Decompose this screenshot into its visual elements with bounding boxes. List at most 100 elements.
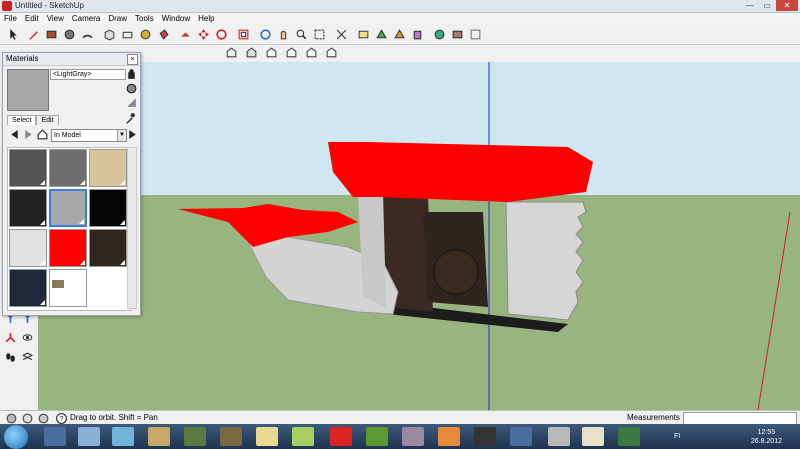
menu-draw[interactable]: Draw: [104, 13, 131, 24]
pencil-tool-icon[interactable]: [26, 27, 41, 42]
share-model-icon[interactable]: [392, 27, 407, 42]
light-gray-swatch[interactable]: [49, 189, 87, 227]
dark-gray-swatch[interactable]: [9, 149, 47, 187]
details-arrow-icon[interactable]: [125, 127, 140, 142]
taskbar-tool-icon[interactable]: [402, 427, 424, 446]
rotate-tool-icon[interactable]: [214, 27, 229, 42]
tab-select[interactable]: Select: [7, 115, 37, 125]
system-tray: FI 12:55 26.8.2012: [670, 424, 800, 449]
menu-window[interactable]: Window: [158, 13, 194, 24]
zoom-window-icon[interactable]: [312, 27, 327, 42]
dark-brown-swatch[interactable]: [89, 229, 127, 267]
home-icon[interactable]: [35, 127, 50, 142]
black-swatch[interactable]: [89, 189, 127, 227]
taskbar-tractor-icon[interactable]: [184, 427, 206, 446]
taskbar-files-icon[interactable]: [292, 427, 314, 446]
menu-help[interactable]: Help: [194, 13, 218, 24]
forward-arrow-icon[interactable]: [21, 127, 36, 142]
tab-edit[interactable]: Edit: [36, 115, 59, 125]
previous-view-icon[interactable]: [356, 27, 371, 42]
menu-tools[interactable]: Tools: [131, 13, 158, 24]
taskbar-vehicle-icon[interactable]: [220, 427, 242, 446]
clock-date: 26.8.2012: [750, 438, 782, 445]
swatch-corner: [120, 180, 125, 185]
front-view-icon[interactable]: [264, 45, 279, 60]
pan-tool-icon[interactable]: [276, 27, 291, 42]
swatch-corner: [40, 180, 45, 185]
materials-scrollbar[interactable]: [127, 147, 137, 309]
taskbar-game-icon[interactable]: [148, 427, 170, 446]
layout-send-icon[interactable]: [468, 27, 483, 42]
taskbar-folder-icon[interactable]: [256, 427, 278, 446]
make-component-icon[interactable]: [102, 27, 117, 42]
charcoal-swatch[interactable]: [9, 189, 47, 227]
start-button[interactable]: [4, 425, 28, 449]
language-indicator[interactable]: FI: [674, 433, 680, 440]
paint-bucket-icon[interactable]: [156, 27, 171, 42]
taskbar-calculator-icon[interactable]: [78, 427, 100, 446]
footprints-icon[interactable]: [3, 350, 18, 365]
library-select-value: In Model: [54, 132, 81, 139]
default-material-icon[interactable]: [124, 81, 139, 96]
move-tool-icon[interactable]: [196, 27, 211, 42]
left-view-icon[interactable]: [324, 45, 339, 60]
materials-close-button[interactable]: ×: [127, 54, 138, 65]
tape-measure-icon[interactable]: [138, 27, 153, 42]
material-name-field[interactable]: <LightGray>: [50, 69, 126, 80]
extension-warehouse-icon[interactable]: [450, 27, 465, 42]
red-swatch[interactable]: [49, 229, 87, 267]
create-material-icon[interactable]: [124, 67, 139, 82]
section-plane-icon[interactable]: [20, 350, 35, 365]
model-viewport[interactable]: [38, 62, 800, 410]
get-photo-texture-icon[interactable]: [432, 27, 447, 42]
get-models-icon[interactable]: [374, 27, 389, 42]
eraser-tool-icon[interactable]: [120, 27, 135, 42]
taskbar-app3-icon[interactable]: [548, 427, 570, 446]
offset-tool-icon[interactable]: [236, 27, 251, 42]
swatch-corner: [40, 260, 45, 265]
select-tool-icon[interactable]: [6, 27, 21, 42]
push-pull-icon[interactable]: [178, 27, 193, 42]
taskbar-monitor-icon[interactable]: [618, 427, 640, 446]
back-arrow-icon[interactable]: [7, 127, 22, 142]
look-around-icon[interactable]: [20, 330, 35, 345]
eyedropper-icon[interactable]: [122, 111, 137, 126]
maximize-button[interactable]: ▭: [759, 0, 775, 11]
close-button[interactable]: ✕: [776, 0, 798, 11]
iso-view-icon[interactable]: [224, 45, 239, 60]
taskbar-app-icon[interactable]: [112, 427, 134, 446]
menu-edit[interactable]: Edit: [21, 13, 43, 24]
top-view-icon[interactable]: [244, 45, 259, 60]
right-view-icon[interactable]: [284, 45, 299, 60]
white-swatch[interactable]: [9, 229, 47, 267]
taskbar-media-icon[interactable]: [366, 427, 388, 446]
back-view-icon[interactable]: [304, 45, 319, 60]
sample-gradient-icon[interactable]: [124, 95, 139, 110]
zoom-extents-icon[interactable]: [334, 27, 349, 42]
axes-tool-icon[interactable]: [3, 330, 18, 345]
menu-view[interactable]: View: [43, 13, 68, 24]
taskbar-blender-icon[interactable]: [438, 427, 460, 446]
taskbar-sketchup-icon[interactable]: [582, 427, 604, 446]
taskbar-app2-icon[interactable]: [474, 427, 496, 446]
taskbar-opera-icon[interactable]: [330, 427, 352, 446]
rectangle-tool-icon[interactable]: [44, 27, 59, 42]
library-select[interactable]: In Model ▼: [51, 129, 127, 142]
orbit-tool-icon[interactable]: [258, 27, 273, 42]
taskbar-network-icon[interactable]: [510, 427, 532, 446]
arc-tool-icon[interactable]: [80, 27, 95, 42]
menu-file[interactable]: File: [0, 13, 21, 24]
materials-title: Materials ×: [3, 53, 140, 66]
share-component-icon[interactable]: [410, 27, 425, 42]
gray-swatch[interactable]: [49, 149, 87, 187]
menu-camera[interactable]: Camera: [68, 13, 104, 24]
zoom-tool-icon[interactable]: [294, 27, 309, 42]
navy-swatch[interactable]: [9, 269, 47, 307]
minimize-button[interactable]: —: [742, 0, 758, 11]
texture-swatch[interactable]: [49, 269, 87, 307]
clock[interactable]: 12:55 26.8.2012: [751, 428, 782, 446]
material-preview: [7, 69, 49, 111]
circle-tool-icon[interactable]: [62, 27, 77, 42]
tan-swatch[interactable]: [89, 149, 127, 187]
taskbar-explorer-icon[interactable]: [44, 427, 66, 446]
